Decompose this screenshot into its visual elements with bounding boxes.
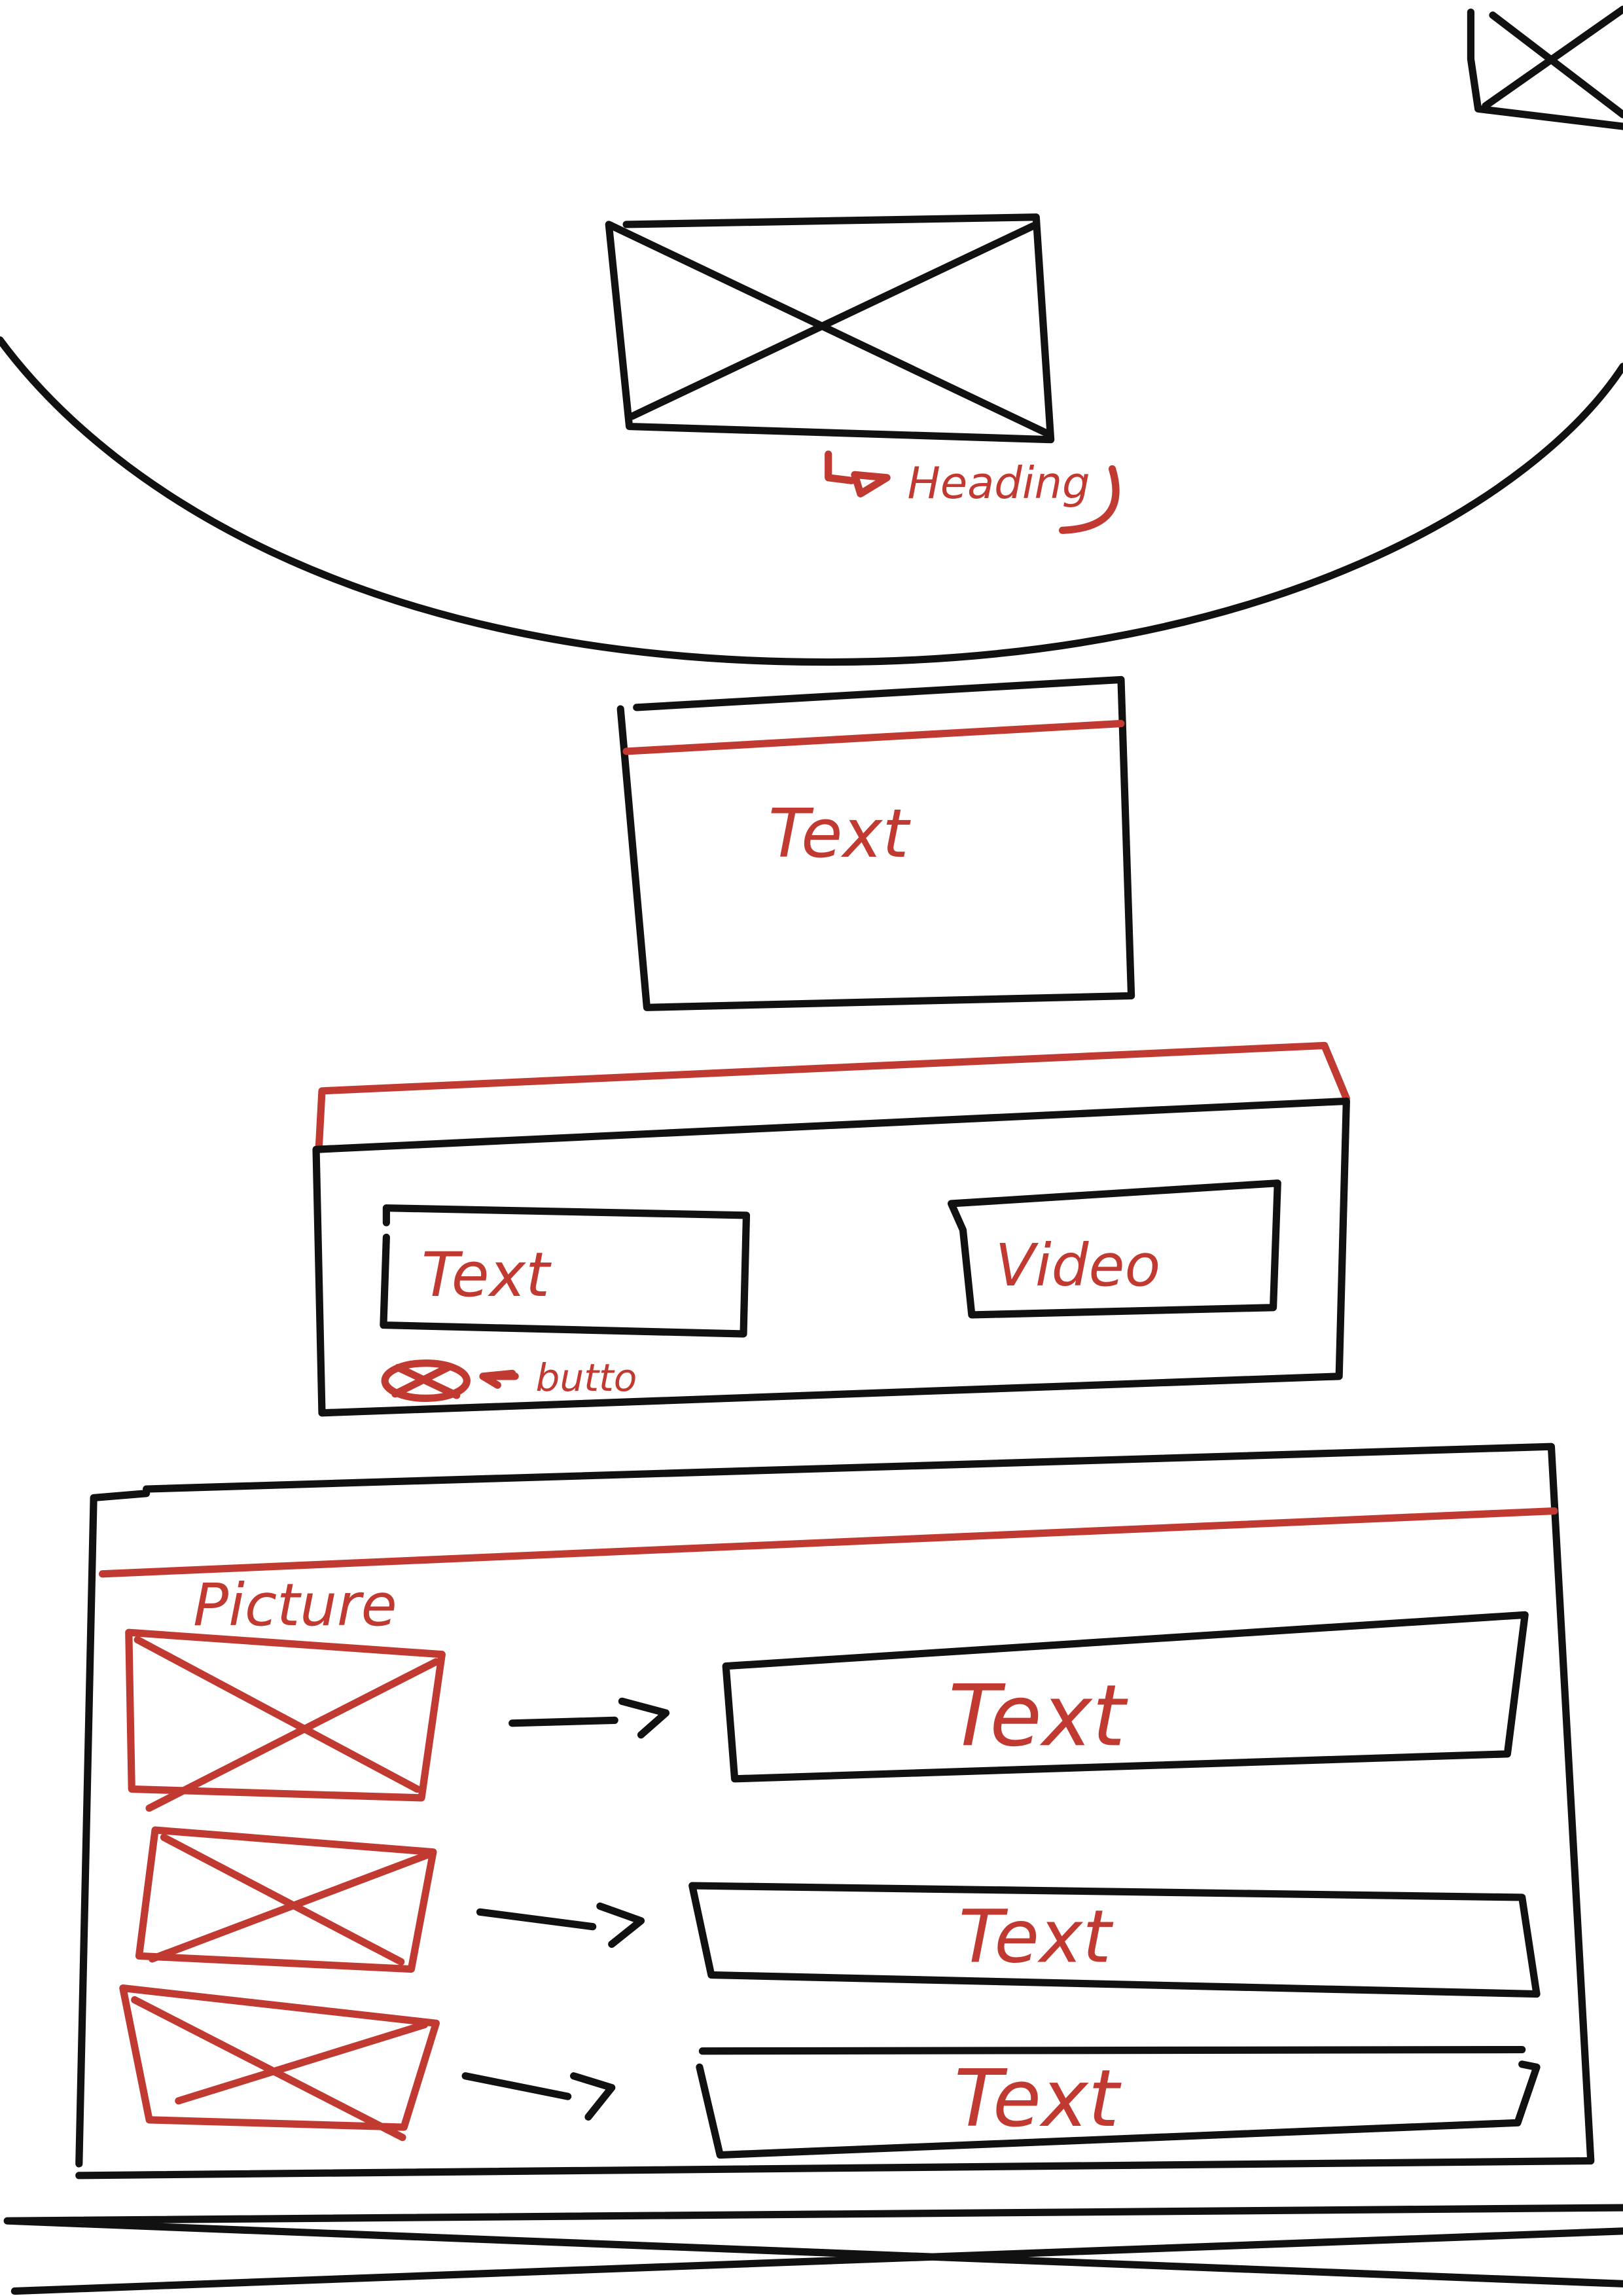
media-section: Text Video butto (312, 1041, 1350, 1417)
arrow-icon (508, 1697, 670, 1739)
hero-heading-label: Heading (907, 457, 1090, 509)
hero-image-placeholder-icon (605, 213, 1055, 444)
button-annotation[interactable]: butto (381, 1355, 637, 1402)
corner-image-placeholder-icon (1467, 5, 1623, 130)
text-box: Text (380, 1204, 751, 1338)
list-row[interactable]: Text (135, 1826, 1541, 1998)
text-card: Text (616, 675, 1135, 1011)
list-row-text: Text (954, 2053, 1122, 2145)
list-section: Picture Text Text Text (75, 1443, 1595, 2179)
list-row[interactable]: Text (125, 1611, 1529, 1812)
arrow-icon (461, 2072, 616, 2121)
text-box-label: Text (421, 1240, 552, 1311)
footer-placeholder-icon (3, 2204, 1623, 2295)
image-placeholder-icon (135, 1826, 437, 1973)
list-row-text: Text (959, 1894, 1114, 1979)
image-placeholder-icon (125, 1628, 446, 1812)
text-card-label: Text (768, 795, 911, 873)
list-row-text: Text (948, 1666, 1128, 1765)
wireframe-sketch: Heading Text Text Video butto Picture Te… (0, 5, 1623, 2295)
video-box[interactable]: Video (947, 1179, 1281, 1319)
heading-annotation: Heading (825, 450, 1120, 534)
image-placeholder-icon (119, 1984, 440, 2142)
list-row[interactable]: Text (119, 1984, 1541, 2159)
arrow-icon (476, 1902, 645, 1948)
video-box-label: Video (995, 1232, 1161, 1300)
list-section-title: Picture (193, 1571, 397, 1640)
hero-section (0, 336, 1623, 666)
button-note-label: butto (535, 1355, 637, 1400)
